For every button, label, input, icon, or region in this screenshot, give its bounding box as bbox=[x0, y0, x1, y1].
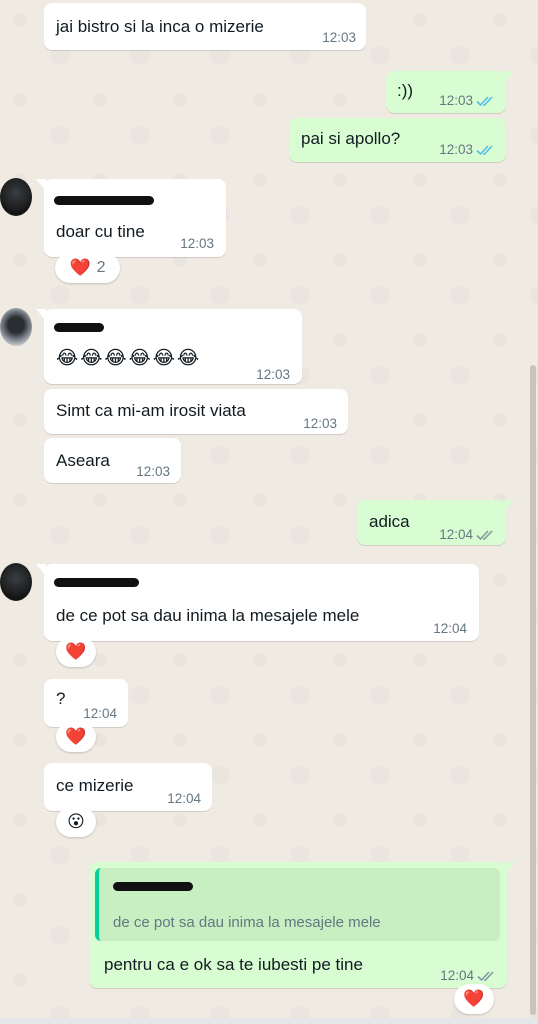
bottom-edge bbox=[0, 1018, 538, 1024]
reaction-count: 2 bbox=[96, 259, 106, 276]
double-check-blue-icon bbox=[476, 96, 493, 107]
quoted-message[interactable]: de ce pot sa dau inima la mesajele mele bbox=[95, 868, 500, 941]
heart-icon: ❤️ bbox=[65, 727, 87, 747]
sender-avatar[interactable] bbox=[0, 308, 32, 346]
heart-icon: ❤️ bbox=[65, 642, 87, 662]
reaction-badge[interactable]: ❤️ bbox=[454, 984, 494, 1014]
message-bubble[interactable]: adica 12:04 bbox=[357, 500, 514, 546]
message-text: Simt ca mi-am irosit viata bbox=[56, 401, 246, 420]
message-text: pentru ca e ok sa te iubesti pe tine bbox=[104, 955, 363, 974]
scrollbar-thumb[interactable] bbox=[530, 365, 536, 1015]
message-text: Aseara bbox=[56, 451, 110, 470]
message-text: de ce pot sa dau inima la mesajele mele bbox=[56, 606, 360, 625]
sender-name-redacted bbox=[54, 578, 139, 587]
message-text: doar cu tine bbox=[56, 222, 145, 241]
message-bubble[interactable]: Simt ca mi-am irosit viata 12:03 bbox=[44, 389, 348, 434]
heart-icon: ❤️ bbox=[463, 989, 485, 1009]
message-bubble[interactable]: pai si apollo? 12:03 bbox=[289, 118, 506, 162]
quoted-text: de ce pot sa dau inima la mesajele mele bbox=[113, 914, 381, 931]
sender-name-redacted bbox=[113, 882, 193, 891]
message-bubble[interactable]: de ce pot sa dau inima la mesajele mele … bbox=[36, 564, 479, 641]
message-bubble[interactable]: :)) 12:03 bbox=[386, 71, 514, 113]
message-bubble[interactable]: doar cu tine 12:03 bbox=[36, 179, 226, 257]
heart-icon: ❤️ bbox=[69, 258, 91, 278]
message-time: 12:04 bbox=[83, 706, 117, 721]
message-time: 12:03 bbox=[439, 139, 496, 161]
message-text: :)) bbox=[397, 81, 414, 100]
message-text: ce mizerie bbox=[56, 776, 134, 795]
message-text: ? bbox=[56, 689, 66, 708]
message-time: 12:04 bbox=[439, 524, 496, 546]
double-check-gray-icon bbox=[477, 971, 494, 982]
double-check-blue-icon bbox=[476, 145, 493, 156]
message-text: pai si apollo? bbox=[301, 129, 401, 148]
message-text: jai bistro si la inca o mizerie bbox=[56, 17, 264, 36]
message-bubble[interactable]: ce mizerie 12:04 bbox=[44, 763, 212, 811]
sender-avatar[interactable] bbox=[0, 178, 32, 216]
message-bubble[interactable]: ? 12:04 bbox=[44, 679, 128, 727]
message-time: 12:03 bbox=[322, 30, 356, 45]
sender-name-redacted bbox=[54, 323, 104, 332]
double-check-gray-icon bbox=[476, 530, 493, 541]
message-text: adica bbox=[369, 512, 410, 531]
message-time: 12:03 bbox=[439, 90, 496, 112]
message-time: 12:03 bbox=[256, 367, 290, 382]
message-bubble[interactable]: 😂😂😂😂😂😂 12:03 bbox=[36, 309, 302, 384]
message-time: 12:03 bbox=[303, 416, 337, 431]
message-bubble[interactable]: jai bistro si la inca o mizerie 12:03 bbox=[44, 3, 366, 50]
message-bubble[interactable]: de ce pot sa dau inima la mesajele mele … bbox=[89, 862, 515, 988]
message-time: 12:04 bbox=[167, 791, 201, 806]
reaction-badge[interactable]: ❤️ 2 bbox=[55, 253, 120, 283]
reaction-badge[interactable]: ❤️ bbox=[56, 637, 96, 667]
sender-avatar[interactable] bbox=[0, 563, 32, 601]
astonished-face-icon: 😮 bbox=[67, 812, 85, 832]
message-bubble[interactable]: Aseara 12:03 bbox=[44, 438, 181, 483]
message-time: 12:03 bbox=[180, 236, 214, 251]
message-time: 12:03 bbox=[136, 464, 170, 479]
message-text: 😂😂😂😂😂😂 bbox=[56, 347, 202, 369]
message-time: 12:04 bbox=[433, 621, 467, 636]
reaction-badge[interactable]: ❤️ bbox=[56, 722, 96, 752]
reaction-badge[interactable]: 😮 bbox=[56, 807, 96, 837]
sender-name-redacted bbox=[54, 196, 154, 205]
